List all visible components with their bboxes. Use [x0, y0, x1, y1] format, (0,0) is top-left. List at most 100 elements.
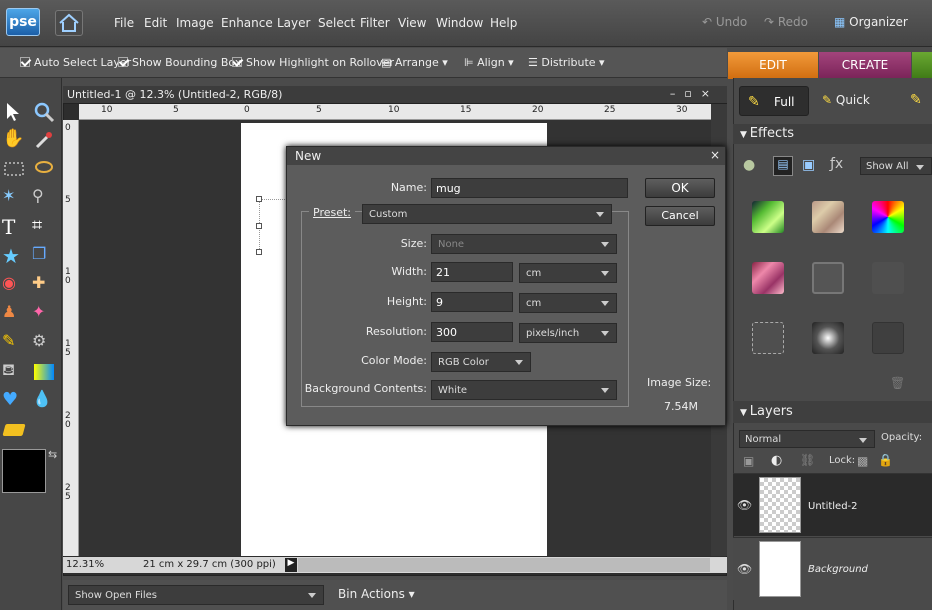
- paint-bucket-tool[interactable]: ⛾: [2, 360, 26, 384]
- effect-thumbnail[interactable]: [872, 322, 904, 354]
- swap-colors-icon[interactable]: ⇆: [48, 448, 57, 461]
- type-tool[interactable]: T: [2, 215, 26, 239]
- name-input[interactable]: mug: [431, 178, 628, 198]
- horizontal-scrollbar[interactable]: [298, 558, 710, 572]
- tab-share[interactable]: [912, 52, 932, 79]
- hand-tool[interactable]: ✋: [2, 128, 26, 152]
- blur-tool[interactable]: ♥: [2, 389, 26, 413]
- home-button[interactable]: [55, 10, 83, 36]
- transform-handle[interactable]: [256, 249, 262, 255]
- sharpen-tool[interactable]: 💧: [32, 389, 56, 413]
- menu-file[interactable]: File: [114, 16, 134, 30]
- status-menu-arrow[interactable]: ▶: [285, 558, 297, 572]
- bounding-box-checkbox[interactable]: Show Bounding Box: [118, 56, 241, 69]
- layer-name[interactable]: Untitled-2: [808, 501, 858, 512]
- gradient-tool[interactable]: [32, 360, 56, 384]
- guided-edit-icon[interactable]: ✎: [910, 92, 922, 108]
- red-eye-tool[interactable]: ◉: [2, 273, 26, 297]
- eyedropper-tool[interactable]: [32, 128, 56, 152]
- width-unit-dropdown[interactable]: cm: [519, 263, 617, 283]
- organizer-button[interactable]: ▦ Organizer: [834, 15, 908, 29]
- layer-styles-icon[interactable]: ▤: [773, 156, 793, 176]
- layer-name[interactable]: Background: [808, 564, 868, 575]
- effects-filter-dropdown[interactable]: Show All: [860, 157, 932, 175]
- cancel-button[interactable]: Cancel: [645, 206, 715, 226]
- brush-tool[interactable]: ✎: [2, 331, 26, 355]
- menu-edit[interactable]: Edit: [144, 16, 167, 30]
- auto-select-checkbox[interactable]: Auto Select Layer: [20, 56, 131, 69]
- menu-help[interactable]: Help: [490, 16, 517, 30]
- effect-thumbnail[interactable]: [752, 322, 784, 354]
- menu-window[interactable]: Window: [436, 16, 483, 30]
- layer-row-background[interactable]: 👁 Background: [733, 537, 932, 600]
- tab-create[interactable]: CREATE: [819, 52, 911, 79]
- layers-panel-header[interactable]: ▼ Layers: [733, 401, 932, 423]
- visibility-eye-icon[interactable]: 👁: [737, 498, 752, 512]
- trash-icon[interactable]: 🗑: [890, 376, 905, 390]
- blend-mode-dropdown[interactable]: Normal: [739, 430, 875, 448]
- effect-thumbnail[interactable]: [872, 201, 904, 233]
- menu-enhance[interactable]: Enhance: [221, 16, 273, 30]
- cookie-cutter-tool[interactable]: ❐: [32, 244, 56, 268]
- show-open-files-dropdown[interactable]: Show Open Files: [68, 585, 324, 605]
- ok-button[interactable]: OK: [645, 178, 715, 198]
- menu-image[interactable]: Image: [176, 16, 214, 30]
- menu-layer[interactable]: Layer: [277, 16, 310, 30]
- menu-select[interactable]: Select: [318, 16, 355, 30]
- effect-thumbnail[interactable]: [752, 262, 784, 294]
- arrange-dropdown[interactable]: ▤ Arrange ▾: [381, 56, 448, 69]
- link-icon[interactable]: ⛓: [800, 453, 815, 467]
- color-mode-dropdown[interactable]: RGB Color: [431, 352, 531, 372]
- clone-stamp-tool[interactable]: ♟: [2, 302, 26, 326]
- quick-edit-button[interactable]: ✎ Quick: [822, 93, 870, 107]
- effect-thumbnail[interactable]: [812, 262, 844, 294]
- transform-handle[interactable]: [256, 223, 262, 229]
- lock-all-icon[interactable]: 🔒: [878, 453, 893, 467]
- background-contents-dropdown[interactable]: White: [431, 380, 617, 400]
- resolution-unit-dropdown[interactable]: pixels/inch: [519, 323, 617, 343]
- menu-view[interactable]: View: [398, 16, 426, 30]
- bin-actions-menu[interactable]: Bin Actions ▾: [338, 587, 415, 601]
- effects-panel-header[interactable]: ▼ Effects: [733, 124, 932, 144]
- shape-tool[interactable]: ★: [2, 244, 26, 268]
- new-layer-icon[interactable]: ▣: [743, 454, 754, 468]
- height-input[interactable]: 9: [431, 292, 513, 312]
- foreground-color-swatch[interactable]: [2, 449, 46, 493]
- close-icon[interactable]: ×: [710, 148, 720, 162]
- healing-brush-tool[interactable]: ✚: [32, 273, 56, 297]
- effect-thumbnail[interactable]: [872, 262, 904, 294]
- zoom-tool[interactable]: [32, 100, 56, 124]
- effect-thumbnail[interactable]: [812, 201, 844, 233]
- move-tool[interactable]: [2, 100, 26, 124]
- tab-edit[interactable]: EDIT: [728, 52, 818, 79]
- effect-thumbnail[interactable]: [752, 201, 784, 233]
- window-controls[interactable]: –▫×: [670, 87, 719, 100]
- distribute-dropdown[interactable]: ☰ Distribute ▾: [528, 56, 605, 69]
- fx-icon[interactable]: ƒx: [830, 156, 843, 172]
- lock-transparency-icon[interactable]: ▩: [857, 454, 868, 468]
- align-dropdown[interactable]: ⊫ Align ▾: [464, 56, 514, 69]
- redo-button[interactable]: ↷ Redo: [764, 15, 808, 29]
- effect-thumbnail[interactable]: [812, 322, 844, 354]
- adjustment-layer-icon[interactable]: ◐: [771, 453, 782, 468]
- magic-wand-tool[interactable]: ✶: [2, 186, 26, 210]
- sponge-tool[interactable]: [2, 418, 26, 442]
- bounding-box[interactable]: [259, 199, 289, 253]
- marquee-tool[interactable]: [2, 157, 26, 181]
- transform-handle[interactable]: [256, 196, 262, 202]
- width-input[interactable]: 21: [431, 262, 513, 282]
- photo-effects-icon[interactable]: ▣: [802, 157, 815, 173]
- lasso-tool[interactable]: [32, 157, 56, 181]
- height-unit-dropdown[interactable]: cm: [519, 293, 617, 313]
- resolution-input[interactable]: 300: [431, 322, 513, 342]
- menu-filter[interactable]: Filter: [360, 16, 390, 30]
- crop-tool[interactable]: ⌗: [32, 215, 56, 239]
- highlight-checkbox[interactable]: Show Highlight on Rollover: [232, 56, 394, 69]
- size-dropdown[interactable]: None: [431, 234, 617, 254]
- selection-brush-tool[interactable]: ⚲: [32, 186, 56, 210]
- smart-brush-tool[interactable]: ⚙: [32, 331, 56, 355]
- undo-button[interactable]: ↶ Undo: [702, 15, 747, 29]
- eraser-tool[interactable]: ✦: [32, 302, 56, 326]
- full-edit-button[interactable]: ✎ Full: [739, 86, 809, 116]
- filters-icon[interactable]: ●: [743, 157, 763, 175]
